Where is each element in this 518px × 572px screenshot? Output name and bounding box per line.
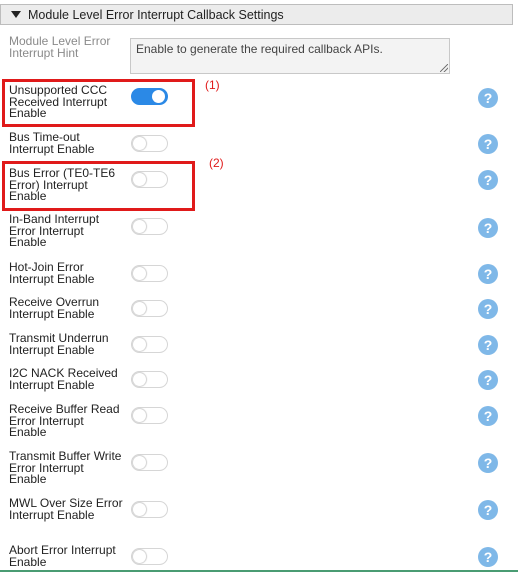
help-icon[interactable]: ? — [478, 134, 498, 154]
help-icon[interactable]: ? — [478, 370, 498, 390]
row-label-in-band-interrupt: In-Band Interrupt Error Interrupt Enable — [9, 212, 100, 249]
toggle-knob — [133, 550, 146, 563]
help-icon[interactable]: ? — [478, 500, 498, 520]
row-label-hot-join: Hot-Join Error Interrupt Enable — [9, 260, 95, 286]
section-title: Module Level Error Interrupt Callback Se… — [28, 7, 284, 22]
toggle-hot-join[interactable] — [131, 265, 168, 282]
row-label-receive-overrun: Receive Overrun Interrupt Enable — [9, 295, 100, 321]
toggle-mwl-over-size[interactable] — [131, 501, 168, 518]
row-label-bus-timeout: Bus Time-out Interrupt Enable — [9, 130, 95, 156]
toggle-bus-timeout[interactable] — [131, 135, 168, 152]
help-icon[interactable]: ? — [478, 88, 498, 108]
help-icon[interactable]: ? — [478, 264, 498, 284]
resize-grip-icon[interactable] — [440, 64, 448, 72]
toggle-transmit-buffer-write[interactable] — [131, 454, 168, 471]
annotation-label-2: (2) — [209, 156, 224, 170]
row-label-transmit-buffer-write: Transmit Buffer Write Error Interrupt En… — [9, 449, 122, 486]
help-icon[interactable]: ? — [478, 335, 498, 355]
help-icon[interactable]: ? — [478, 547, 498, 567]
highlight-box-1 — [2, 79, 195, 127]
collapse-triangle-icon[interactable] — [11, 11, 21, 18]
row-label-i2c-nack: I2C NACK Received Interrupt Enable — [9, 366, 118, 392]
toggle-knob — [133, 456, 146, 469]
toggle-knob — [133, 220, 146, 233]
help-icon[interactable]: ? — [478, 299, 498, 319]
annotation-label-1: (1) — [205, 78, 220, 92]
toggle-in-band-interrupt[interactable] — [131, 218, 168, 235]
toggle-knob — [133, 503, 146, 516]
help-icon[interactable]: ? — [478, 406, 498, 426]
toggle-knob — [133, 267, 146, 280]
hint-textarea[interactable]: Enable to generate the required callback… — [130, 38, 450, 74]
toggle-knob — [133, 338, 146, 351]
toggle-i2c-nack[interactable] — [131, 371, 168, 388]
help-icon[interactable]: ? — [478, 170, 498, 190]
hint-text: Enable to generate the required callback… — [136, 42, 383, 56]
toggle-receive-overrun[interactable] — [131, 300, 168, 317]
toggle-transmit-underrun[interactable] — [131, 336, 168, 353]
section-header[interactable]: Module Level Error Interrupt Callback Se… — [0, 4, 513, 25]
help-icon[interactable]: ? — [478, 218, 498, 238]
help-icon[interactable]: ? — [478, 453, 498, 473]
highlight-box-2 — [2, 161, 195, 211]
row-label-transmit-underrun: Transmit Underrun Interrupt Enable — [9, 331, 109, 357]
toggle-receive-buffer-read[interactable] — [131, 407, 168, 424]
row-label-mwl-over-size: MWL Over Size Error Interrupt Enable — [9, 496, 123, 522]
toggle-knob — [133, 409, 146, 422]
toggle-knob — [133, 137, 146, 150]
toggle-knob — [133, 302, 146, 315]
toggle-knob — [133, 373, 146, 386]
toggle-abort-error[interactable] — [131, 548, 168, 565]
hint-label: Module Level Error Interrupt Hint — [9, 34, 111, 60]
row-label-receive-buffer-read: Receive Buffer Read Error Interrupt Enab… — [9, 402, 120, 439]
row-label-abort-error: Abort Error Interrupt Enable — [9, 543, 116, 569]
